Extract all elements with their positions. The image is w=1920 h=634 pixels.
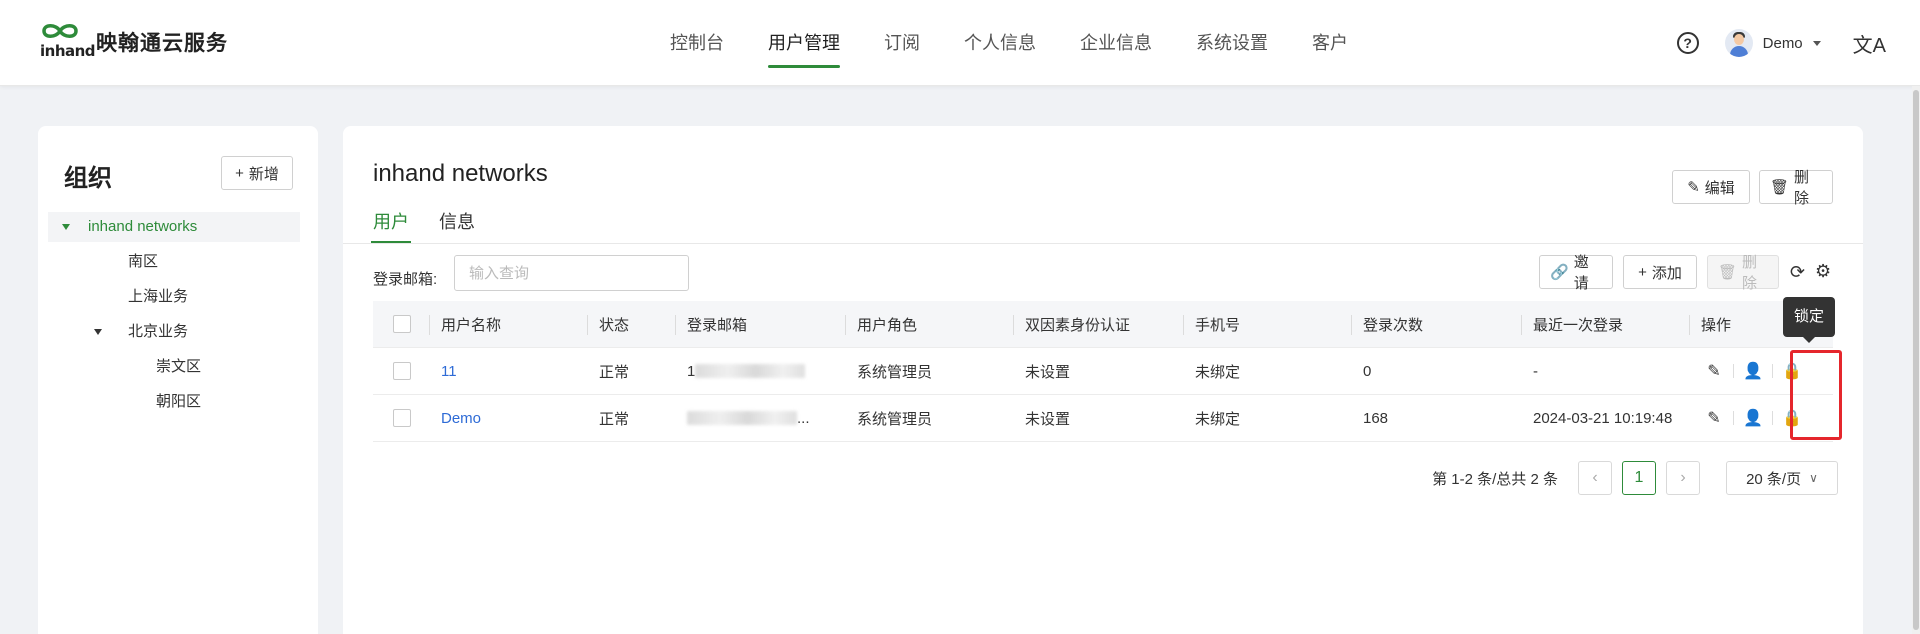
trash-icon: 🗑 bbox=[1770, 179, 1790, 196]
col-email: 登录邮箱 bbox=[675, 301, 845, 347]
inhand-logo-icon: inhand bbox=[38, 22, 96, 62]
header-actions: ? Demo 文A bbox=[1676, 0, 1886, 86]
edit-button[interactable]: ✎ 编辑 bbox=[1672, 170, 1750, 204]
main-panel: inhand networks ✎ 编辑 🗑 删除 用户 信息 登录邮箱: 🔗 … bbox=[343, 126, 1863, 634]
user-phone: 未绑定 bbox=[1195, 410, 1241, 428]
col-phone: 手机号 bbox=[1183, 301, 1351, 347]
nav-user-management[interactable]: 用户管理 bbox=[768, 0, 840, 86]
user-status: 正常 bbox=[599, 410, 630, 428]
tabs: 用户 信息 bbox=[371, 208, 505, 243]
language-icon[interactable]: 文A bbox=[1853, 29, 1886, 58]
user-role: 系统管理员 bbox=[857, 363, 933, 381]
tree-node-beijing[interactable]: 北京业务 bbox=[48, 317, 300, 347]
table-header: 用户名称 状态 登录邮箱 用户角色 双因素身份认证 手机号 登录次数 最近一次登… bbox=[373, 301, 1833, 348]
page-scrollbar[interactable] bbox=[1912, 86, 1920, 634]
nav-system-settings[interactable]: 系统设置 bbox=[1196, 0, 1268, 86]
pagination-info: 第 1-2 条/总共 2 条 bbox=[1432, 470, 1558, 488]
user-email: ... bbox=[675, 395, 845, 441]
edit-icon[interactable]: ✎ bbox=[1701, 361, 1727, 381]
user-login-count: 168 bbox=[1363, 409, 1389, 427]
tree-node-chaoyang[interactable]: 朝阳区 bbox=[48, 387, 300, 417]
user-name-link[interactable]: 11 bbox=[429, 348, 587, 394]
table-row: 11 正常 1 系统管理员 未设置 未绑定 0 - ✎ 👤 🔒 bbox=[373, 348, 1833, 395]
email-filter-label: 登录邮箱: bbox=[373, 271, 438, 288]
user-last-login: - bbox=[1533, 362, 1538, 380]
col-last-login: 最近一次登录 bbox=[1521, 301, 1689, 347]
highlight-box bbox=[1790, 350, 1842, 440]
nav-subscription[interactable]: 订阅 bbox=[884, 0, 920, 86]
user-last-login: 2024-03-21 10:19:48 bbox=[1533, 409, 1673, 427]
tab-users[interactable]: 用户 bbox=[371, 208, 411, 243]
user-mfa: 未设置 bbox=[1025, 363, 1071, 381]
table-row: Demo 正常 ... 系统管理员 未设置 未绑定 168 2024-03-21… bbox=[373, 395, 1833, 442]
col-role: 用户角色 bbox=[845, 301, 1013, 347]
nav-enterprise-info[interactable]: 企业信息 bbox=[1080, 0, 1152, 86]
select-all-checkbox[interactable] bbox=[393, 315, 411, 333]
tabs-divider bbox=[343, 243, 1863, 244]
plus-icon: + bbox=[1638, 263, 1647, 281]
page-size-select[interactable]: 20 条/页 ∨ bbox=[1726, 461, 1838, 495]
caret-down-icon[interactable] bbox=[62, 224, 70, 230]
next-page-button[interactable]: › bbox=[1666, 461, 1700, 495]
users-table: 用户名称 状态 登录邮箱 用户角色 双因素身份认证 手机号 登录次数 最近一次登… bbox=[373, 301, 1833, 442]
brand-logo[interactable]: inhand 映翰通云服务 bbox=[38, 22, 228, 62]
user-transfer-icon[interactable]: 👤 bbox=[1740, 361, 1766, 381]
redacted-email bbox=[695, 364, 806, 378]
trash-icon: 🗑 bbox=[1718, 264, 1738, 281]
chevron-down-icon: ∨ bbox=[1809, 471, 1818, 485]
top-header: inhand 映翰通云服务 控制台 用户管理 订阅 个人信息 企业信息 系统设置… bbox=[0, 0, 1920, 86]
nav-customers[interactable]: 客户 bbox=[1312, 0, 1348, 86]
col-mfa: 双因素身份认证 bbox=[1013, 301, 1183, 347]
logo-wordmark: inhand bbox=[40, 42, 96, 60]
delete-org-button[interactable]: 🗑 删除 bbox=[1759, 169, 1833, 207]
col-username: 用户名称 bbox=[429, 301, 587, 347]
lock-tooltip: 锁定 bbox=[1783, 297, 1835, 343]
nav-console[interactable]: 控制台 bbox=[670, 0, 724, 86]
user-role: 系统管理员 bbox=[857, 410, 933, 428]
tree-node-chongwen[interactable]: 崇文区 bbox=[48, 352, 300, 382]
row-checkbox[interactable] bbox=[393, 409, 411, 427]
edit-icon[interactable]: ✎ bbox=[1701, 408, 1727, 428]
gear-icon[interactable]: ⚙ bbox=[1815, 261, 1831, 282]
chevron-down-icon[interactable] bbox=[1812, 40, 1821, 46]
tree-node-shanghai[interactable]: 上海业务 bbox=[48, 282, 300, 312]
col-status: 状态 bbox=[587, 301, 675, 347]
org-tree: inhand networks 南区 上海业务 北京业务 崇文区 朝阳区 bbox=[48, 212, 300, 422]
user-email: 1 bbox=[675, 348, 845, 394]
tab-info[interactable]: 信息 bbox=[439, 208, 475, 242]
user-mfa: 未设置 bbox=[1025, 410, 1071, 428]
col-login-count: 登录次数 bbox=[1351, 301, 1521, 347]
tree-node-south[interactable]: 南区 bbox=[48, 247, 300, 277]
nav-personal-info[interactable]: 个人信息 bbox=[964, 0, 1036, 86]
org-panel: 组织 + 新增 inhand networks 南区 上海业务 北京业务 崇文区… bbox=[38, 126, 318, 634]
user-login-count: 0 bbox=[1363, 362, 1372, 380]
user-name-link[interactable]: Demo bbox=[429, 395, 587, 441]
link-icon: 🔗 bbox=[1550, 264, 1569, 281]
add-org-button[interactable]: + 新增 bbox=[221, 156, 293, 190]
user-name[interactable]: Demo bbox=[1763, 35, 1803, 52]
add-user-button[interactable]: + 添加 bbox=[1623, 255, 1697, 289]
page-title: inhand networks bbox=[373, 160, 548, 187]
plus-icon: + bbox=[235, 164, 244, 182]
brand-name: 映翰通云服务 bbox=[96, 32, 228, 55]
refresh-icon[interactable]: ⟳ bbox=[1790, 262, 1805, 283]
avatar[interactable] bbox=[1724, 29, 1753, 57]
user-status: 正常 bbox=[599, 363, 630, 381]
redacted-email bbox=[687, 411, 797, 425]
caret-down-icon[interactable] bbox=[94, 329, 102, 335]
pagination: 第 1-2 条/总共 2 条 ‹ 1 › 20 条/页 ∨ bbox=[1432, 461, 1838, 495]
pencil-icon: ✎ bbox=[1687, 179, 1700, 196]
org-title: 组织 bbox=[64, 165, 112, 192]
invite-button[interactable]: 🔗 邀请 bbox=[1539, 254, 1613, 292]
user-transfer-icon[interactable]: 👤 bbox=[1740, 408, 1766, 428]
prev-page-button[interactable]: ‹ bbox=[1578, 461, 1612, 495]
delete-users-button[interactable]: 🗑 删除 bbox=[1707, 254, 1779, 292]
main-nav: 控制台 用户管理 订阅 个人信息 企业信息 系统设置 客户 bbox=[670, 0, 1392, 86]
email-search-input[interactable] bbox=[454, 255, 689, 291]
page-button[interactable]: 1 bbox=[1622, 461, 1656, 495]
row-checkbox[interactable] bbox=[393, 362, 411, 380]
user-phone: 未绑定 bbox=[1195, 363, 1241, 381]
help-icon[interactable]: ? bbox=[1676, 32, 1699, 54]
tree-node-inhand-networks[interactable]: inhand networks bbox=[48, 212, 300, 242]
